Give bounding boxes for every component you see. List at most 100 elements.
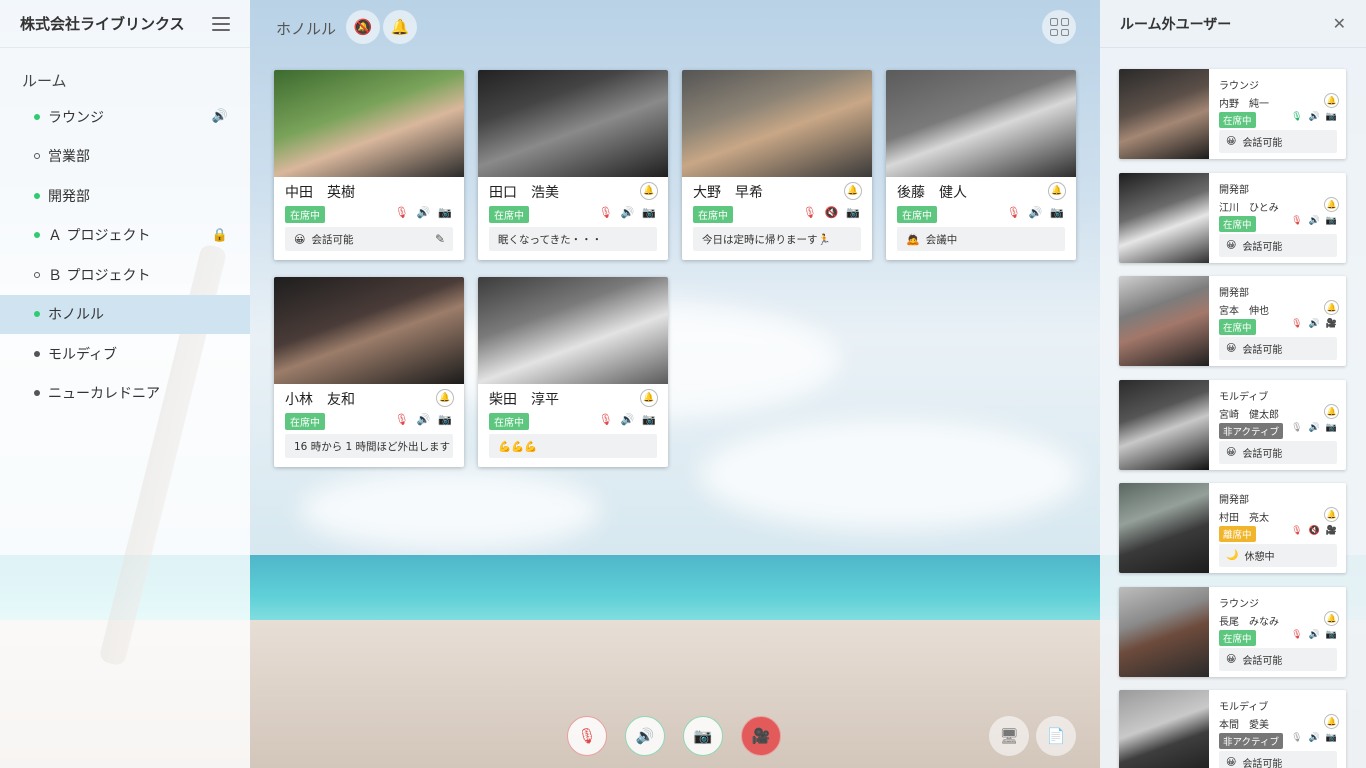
bell-icon[interactable]: 🔔 <box>640 389 658 407</box>
notification-button[interactable]: 🔔 <box>383 10 417 44</box>
bell-icon[interactable]: 🔔 <box>1324 300 1339 315</box>
speaker-icon[interactable]: 🔊 <box>417 206 431 219</box>
sidebar-room-item[interactable]: 開発部 <box>0 176 250 216</box>
status-message: 😀 会話可能 ✎ <box>285 227 453 251</box>
speaker-muted-icon: 🔇 <box>1308 526 1320 536</box>
member-card[interactable]: 田口 浩美 🔔 在席中 🎙 🔊 📷 眠くなってきた・・・ <box>478 70 668 260</box>
outside-user-card[interactable]: ラウンジ 長尾 みなみ 🔔 在席中 🎙 🔊 📷 😀 会話可能 <box>1119 586 1346 677</box>
bell-icon[interactable]: 🔔 <box>1324 507 1339 522</box>
bell-icon[interactable]: 🔔 <box>1324 93 1339 108</box>
member-card[interactable]: 柴田 淳平 🔔 在席中 🎙 🔊 📷 💪💪💪 <box>478 277 668 467</box>
member-name: 柴田 淳平 <box>489 392 559 408</box>
bell-icon[interactable]: 🔔 <box>1324 610 1339 626</box>
speaker-icon: 🔊 <box>1308 629 1320 640</box>
speaker-icon: 🔊 <box>1308 319 1320 329</box>
camera-icon[interactable]: 📷 <box>438 206 452 219</box>
speaker-icon[interactable]: 🔊 <box>1029 206 1043 219</box>
message-text: 会話可能 <box>1242 448 1283 460</box>
bell-icon[interactable]: 🔔 <box>640 182 658 200</box>
status-badge: 非アクティブ <box>1219 733 1283 749</box>
bell-icon[interactable]: 🔔 <box>1324 196 1339 212</box>
file-button[interactable]: 📄 <box>1036 716 1076 756</box>
outside-user-card[interactable]: モルディブ 宮崎 健太郎 🔔 非アクティブ 🎙 🔊 📷 😀 会話可能 <box>1119 379 1346 470</box>
sidebar-room-item[interactable]: モルディブ <box>0 334 250 374</box>
camera-icon: 📷 <box>1325 422 1337 433</box>
outside-user-card[interactable]: 開発部 江川 ひとみ 🔔 在席中 🎙 🔊 📷 😀 会話可能 <box>1119 172 1346 263</box>
message-text: 今日は定時に帰りまーす🏃 <box>702 233 831 246</box>
notification-off-button[interactable]: 🔕 <box>346 10 380 44</box>
member-name: 大野 早希 <box>693 185 763 201</box>
user-controls: 🎙 🔇 🎥 <box>1291 526 1337 536</box>
bell-icon[interactable]: 🔔 <box>1324 403 1339 419</box>
close-icon[interactable]: ✕ <box>1333 14 1346 33</box>
outside-user-card[interactable]: ラウンジ 内野 純一 🔔 在席中 🎙 🔊 📷 😀 会話可能 <box>1119 69 1346 159</box>
room-label: ホノルル <box>48 307 104 324</box>
user-name: 本間 愛美 <box>1219 720 1269 731</box>
message-text: 眠くなってきた・・・ <box>498 233 603 246</box>
outside-user-card[interactable]: 開発部 宮本 伸也 🔔 在席中 🎙 🔊 🎥 😀 会話可能 <box>1119 276 1346 366</box>
grid-layout-button[interactable] <box>1042 10 1076 44</box>
mic-off-icon: 🎙 <box>1291 319 1303 329</box>
member-name: 小林 友和 <box>285 392 355 408</box>
sidebar: 株式会社ライブリンクス ルーム ラウンジ 🔊 営業部 開発部 Ａ プロジェクト … <box>0 0 250 768</box>
outside-user-card[interactable]: モルディブ 本間 愛美 🔔 非アクティブ 🎙 🔊 📷 😀 会話可能 <box>1119 690 1346 768</box>
mic-off-icon[interactable]: 🎙 <box>803 206 817 219</box>
camera-icon[interactable]: 📷 <box>846 206 860 219</box>
emoji-icon: 😀 <box>1226 136 1237 147</box>
mic-off-icon[interactable]: 🎙 <box>1007 206 1021 219</box>
document-icon: 📄 <box>1046 727 1066 745</box>
hamburger-menu-icon[interactable] <box>212 16 230 31</box>
video-off-icon: 🎥 <box>1325 526 1337 536</box>
mic-off-icon[interactable]: 🎙 <box>395 206 409 219</box>
mic-off-icon[interactable]: 🎙 <box>599 413 613 426</box>
video-toggle-button[interactable]: 🎥 <box>741 716 781 756</box>
camera-icon[interactable]: 📷 <box>438 413 452 426</box>
sidebar-room-item[interactable]: 営業部 <box>0 137 250 177</box>
member-card[interactable]: 後藤 健人 🔔 在席中 🎙 🔊 📷 🙇 会議中 <box>886 70 1076 260</box>
speaker-icon: 🔊 <box>1308 112 1320 122</box>
speaker-icon[interactable]: 🔊 <box>417 413 431 426</box>
bell-icon[interactable]: 🔔 <box>844 182 862 200</box>
presence-dot <box>34 390 40 397</box>
speaker-icon: 🔊 <box>1308 215 1320 226</box>
mic-off-icon[interactable]: 🎙 <box>599 206 613 219</box>
sidebar-room-item[interactable]: Ｂ プロジェクト <box>0 255 250 295</box>
speaker-icon[interactable]: 🔊 <box>621 413 635 426</box>
sidebar-room-item[interactable]: ラウンジ 🔊 <box>0 97 250 137</box>
speaker-icon[interactable]: 🔊 <box>621 206 635 219</box>
speaker-muted-icon[interactable]: 🔇 <box>825 206 839 219</box>
camera-icon[interactable]: 📷 <box>642 206 656 219</box>
mic-toggle-button[interactable]: 🎙 <box>567 716 607 756</box>
mic-off-icon: 🎙 <box>1291 629 1303 640</box>
video-frame <box>478 70 668 177</box>
room-label: ラウンジ <box>48 109 104 126</box>
bell-icon[interactable]: 🔔 <box>1324 714 1339 729</box>
edit-icon[interactable]: ✎ <box>435 232 445 246</box>
mic-off-icon: 🎙 <box>1291 215 1303 226</box>
presence-dot <box>34 153 40 160</box>
user-room: ラウンジ <box>1219 81 1259 92</box>
grid-icon <box>1050 18 1058 26</box>
message-text: 16 時から 1 時間ほど外出します <box>294 440 451 453</box>
member-card[interactable]: 中田 英樹 在席中 🎙 🔊 📷 😀 会話可能 ✎ <box>274 70 464 260</box>
camera-icon[interactable]: 📷 <box>642 413 656 426</box>
outside-user-card[interactable]: 開発部 村田 亮太 🔔 離席中 🎙 🔇 🎥 🌙 休憩中 <box>1119 483 1346 573</box>
camera-icon[interactable]: 📷 <box>1050 206 1064 219</box>
status-badge: 非アクティブ <box>1219 422 1283 439</box>
mic-icon: 🎙 <box>1291 112 1303 122</box>
emoji-icon: 🌙 <box>1226 550 1239 561</box>
member-card[interactable]: 大野 早希 🔔 在席中 🎙 🔇 📷 今日は定時に帰りまーす🏃 <box>682 70 872 260</box>
user-room: 開発部 <box>1219 184 1249 196</box>
screen-share-button[interactable]: 🖥 <box>989 716 1029 756</box>
camera-button[interactable]: 📷 <box>683 716 723 756</box>
status-message: 今日は定時に帰りまーす🏃 <box>693 227 861 251</box>
sidebar-room-item[interactable]: ニューカレドニア <box>0 374 250 414</box>
sidebar-room-item[interactable]: ホノルル <box>0 294 250 334</box>
speaker-toggle-button[interactable]: 🔊 <box>625 716 665 756</box>
bell-icon[interactable]: 🔔 <box>436 389 454 407</box>
mic-off-icon[interactable]: 🎙 <box>395 413 409 426</box>
sidebar-room-item[interactable]: Ａ プロジェクト 🔒 <box>0 216 250 256</box>
member-card[interactable]: 小林 友和 🔔 在席中 🎙 🔊 📷 16 時から 1 時間ほど外出します <box>274 277 464 467</box>
bell-icon[interactable]: 🔔 <box>1048 182 1066 200</box>
camera-icon: 📷 <box>1325 215 1337 226</box>
